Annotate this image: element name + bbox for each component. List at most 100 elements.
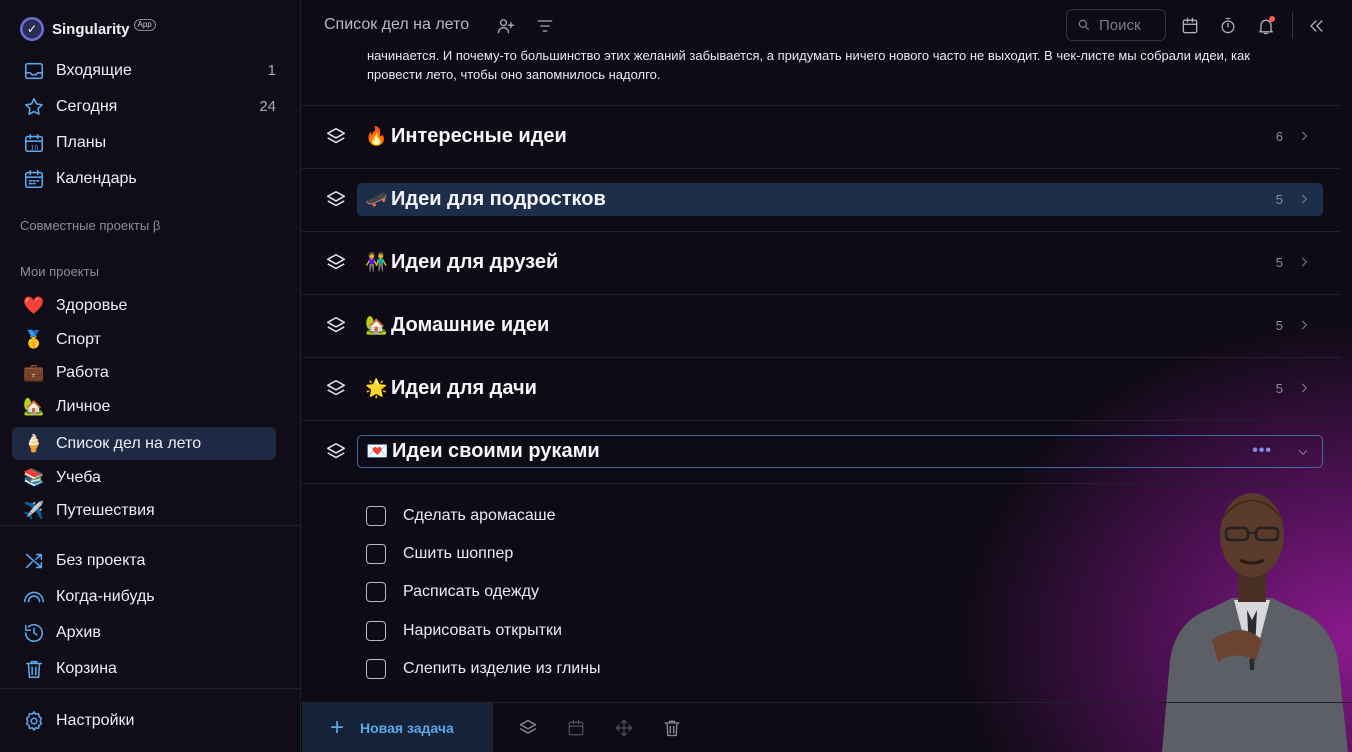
shuffle-icon	[12, 550, 56, 572]
layers-icon[interactable]	[518, 718, 540, 740]
task-checkbox[interactable]	[366, 582, 386, 602]
layers-icon[interactable]	[325, 441, 347, 463]
task-checkbox[interactable]	[366, 544, 386, 564]
nav-item-settings[interactable]: Настройки	[12, 704, 276, 737]
medal-emoji-icon: 🥇	[23, 329, 45, 349]
nav-item-someday[interactable]: Когда-нибудь	[12, 580, 276, 613]
collapse-panel-icon[interactable]	[1304, 14, 1328, 38]
group-header[interactable]: 💌 Идеи своими руками •••	[357, 435, 1323, 468]
nav-item-archive[interactable]: Архив	[12, 616, 276, 649]
chevron-right-icon[interactable]	[1297, 318, 1311, 332]
search-input[interactable]: Поиск	[1066, 9, 1166, 41]
add-member-icon[interactable]	[494, 14, 518, 38]
group-count: 6	[1275, 129, 1283, 144]
project-summer-list[interactable]: 🍦 Список дел на лето	[12, 427, 276, 460]
chevron-right-icon[interactable]	[1297, 192, 1311, 206]
layers-icon[interactable]	[325, 189, 347, 211]
group-row[interactable]: 🛹 Идеи для подростков 5	[302, 168, 1340, 231]
task-item[interactable]: Расписать одежду	[366, 580, 539, 604]
task-title[interactable]: Слепить изделие из глины	[403, 660, 601, 678]
chevron-right-icon[interactable]	[1297, 381, 1311, 395]
nav-item-label: Когда-нибудь	[56, 587, 155, 605]
task-checkbox[interactable]	[366, 506, 386, 526]
task-item[interactable]: Сделать аромасаше	[366, 504, 555, 528]
task-item[interactable]: Нарисовать открытки	[366, 619, 562, 643]
my-projects-label[interactable]: Мои проекты	[20, 264, 99, 279]
group-title: Идеи своими руками	[392, 440, 600, 462]
group-title: Домашние идеи	[391, 314, 550, 336]
gear-icon	[12, 710, 56, 732]
chevron-right-icon[interactable]	[1297, 255, 1311, 269]
layers-icon[interactable]	[325, 315, 347, 337]
notification-dot	[1269, 16, 1275, 22]
group-count: 5	[1275, 318, 1283, 333]
fire-emoji-icon: 🔥	[365, 126, 388, 146]
group-header[interactable]: 👫 Идеи для друзей 5	[357, 246, 1323, 279]
task-item[interactable]: Слепить изделие из глины	[366, 657, 601, 681]
group-title: Идеи для друзей	[391, 251, 559, 273]
new-task-label: Новая задача	[360, 720, 454, 736]
project-health[interactable]: ❤️ Здоровье	[12, 289, 276, 322]
nav-item-trash[interactable]: Корзина	[12, 652, 276, 685]
nav-item-label: Без проекта	[56, 551, 146, 569]
project-label: Работа	[56, 363, 109, 381]
search-icon	[1078, 19, 1090, 31]
nav-item-today[interactable]: Сегодня 24	[12, 90, 276, 123]
sort-icon[interactable]	[533, 14, 557, 38]
shared-projects-label[interactable]: Совместные проекты β	[20, 218, 160, 233]
trash-icon	[12, 658, 56, 680]
brand[interactable]: ✓ Singularity App	[20, 17, 156, 41]
project-study[interactable]: 📚 Учеба	[12, 461, 276, 494]
nav-item-plans[interactable]: 10 Планы	[12, 126, 276, 159]
nav-item-inbox[interactable]: Входящие 1	[12, 54, 276, 87]
group-header[interactable]: 🛹 Идеи для подростков 5	[357, 183, 1323, 216]
app-name: Singularity	[52, 20, 130, 38]
project-sport[interactable]: 🥇 Спорт	[12, 323, 276, 356]
bell-icon[interactable]	[1254, 14, 1278, 38]
move-icon[interactable]	[614, 718, 636, 740]
group-row[interactable]: 🏡 Домашние идеи 5	[302, 294, 1340, 357]
group-row[interactable]: 🔥 Интересные идеи 6	[302, 105, 1340, 168]
calendar-icon[interactable]	[1178, 14, 1202, 38]
timer-icon[interactable]	[1216, 14, 1240, 38]
layers-icon[interactable]	[325, 378, 347, 400]
layers-icon[interactable]	[325, 252, 347, 274]
nav-item-no-project[interactable]: Без проекта	[12, 544, 276, 577]
main-panel: Список дел на лето Поиск начинается. И п…	[302, 0, 1352, 752]
group-header[interactable]: 🌟 Идеи для дачи 5	[357, 372, 1323, 405]
task-item[interactable]: Сшить шоппер	[366, 542, 513, 566]
calendar-10-icon: 10	[12, 132, 56, 154]
nav-item-label: Планы	[56, 133, 107, 151]
task-title[interactable]: Сшить шоппер	[403, 545, 513, 563]
nav-item-label: Корзина	[56, 659, 117, 677]
chevron-down-icon[interactable]	[1296, 445, 1310, 459]
trash-icon[interactable]	[662, 718, 684, 740]
group-header[interactable]: 🏡 Домашние идеи 5	[357, 309, 1323, 342]
project-travel[interactable]: ✈️ Путешествия	[12, 494, 276, 527]
friends-emoji-icon: 👫	[365, 252, 388, 272]
new-task-button[interactable]: + Новая задача	[302, 703, 493, 752]
task-checkbox[interactable]	[366, 621, 386, 641]
group-row[interactable]: 👫 Идеи для друзей 5	[302, 231, 1340, 294]
task-title[interactable]: Нарисовать открытки	[403, 622, 562, 640]
project-personal[interactable]: 🏡 Личное	[12, 390, 276, 423]
group-count: 5	[1275, 381, 1283, 396]
nav-item-label: Архив	[56, 623, 101, 641]
history-icon	[12, 622, 56, 644]
task-title[interactable]: Сделать аромасаше	[403, 507, 555, 525]
task-title[interactable]: Расписать одежду	[403, 583, 539, 601]
project-label: Путешествия	[56, 501, 155, 519]
calendar-icon[interactable]	[566, 718, 588, 740]
nav-item-calendar[interactable]: Календарь	[12, 162, 276, 195]
layers-icon[interactable]	[325, 126, 347, 148]
group-header[interactable]: 🔥 Интересные идеи 6	[357, 120, 1323, 153]
more-icon[interactable]: •••	[1252, 442, 1272, 460]
chevron-right-icon[interactable]	[1297, 129, 1311, 143]
calendar-grid-icon	[12, 168, 56, 190]
love-letter-emoji-icon: 💌	[366, 441, 389, 461]
group-title: Идеи для дачи	[391, 377, 537, 399]
page-title[interactable]: Список дел на лето	[324, 16, 469, 34]
project-work[interactable]: 💼 Работа	[12, 356, 276, 389]
group-row[interactable]: 🌟 Идеи для дачи 5	[302, 357, 1340, 420]
task-checkbox[interactable]	[366, 659, 386, 679]
